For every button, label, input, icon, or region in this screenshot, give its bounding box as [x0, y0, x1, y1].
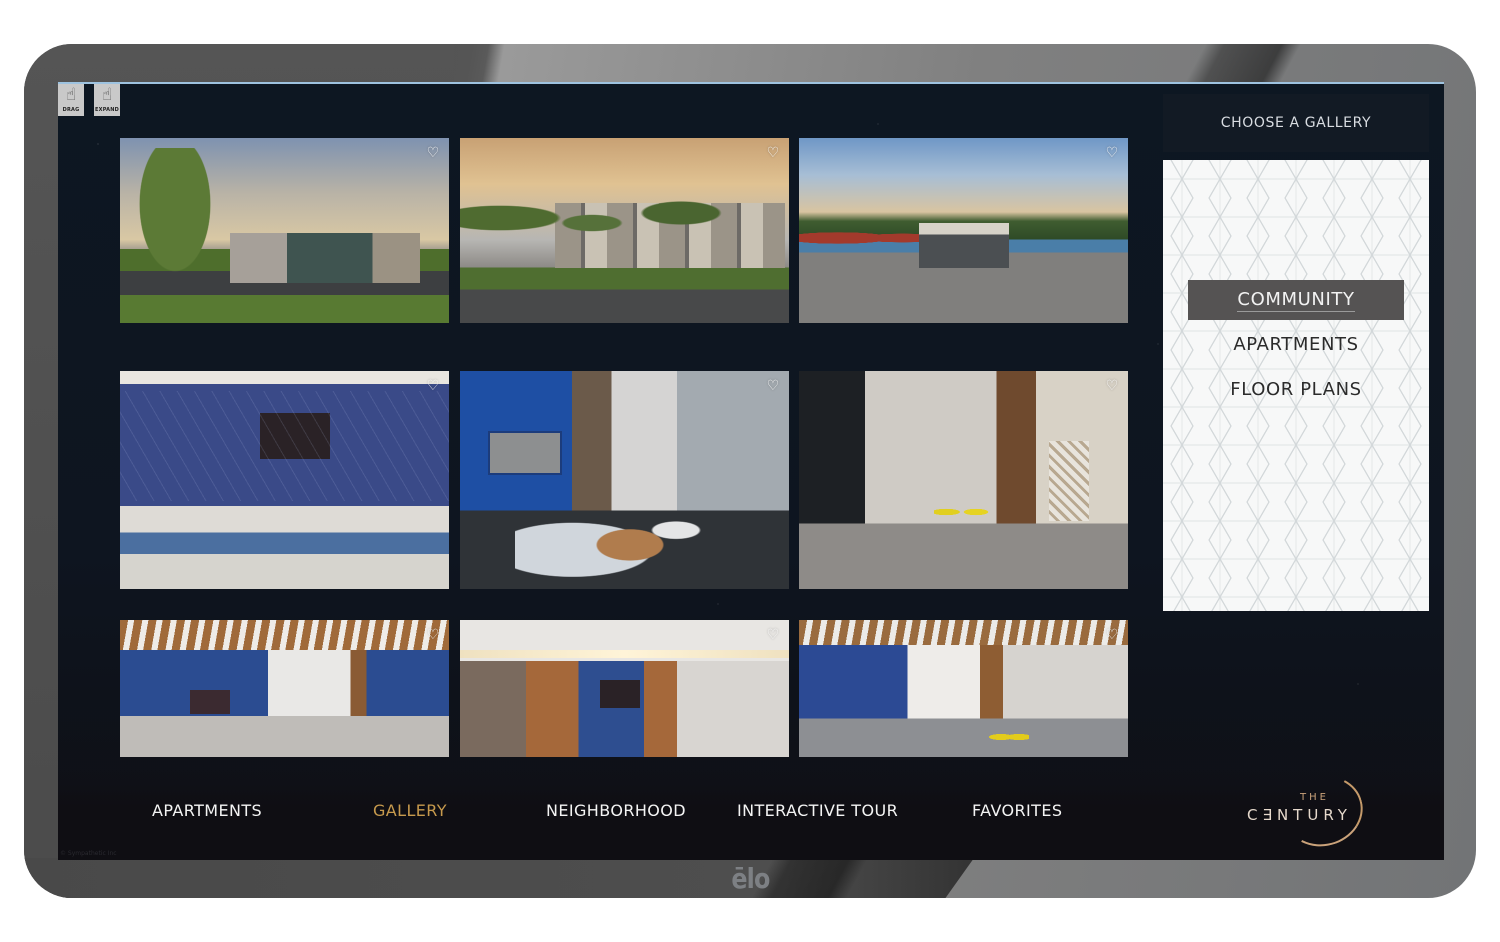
gallery-tile[interactable]: ♡ — [799, 138, 1128, 323]
heart-outline-icon[interactable]: ♡ — [765, 378, 781, 394]
gallery-tile[interactable]: ♡ — [799, 620, 1128, 757]
copyright-text: © Sympathetic Inc — [60, 850, 117, 857]
gallery-option-label: COMMUNITY — [1237, 288, 1355, 312]
heart-outline-icon[interactable]: ♡ — [425, 378, 441, 394]
elo-logo: ēlo — [731, 862, 770, 895]
drag-button[interactable]: ☝ DRAG — [58, 84, 84, 116]
gallery-tile[interactable]: ♡ — [799, 371, 1128, 589]
heart-outline-icon[interactable]: ♡ — [1104, 145, 1120, 161]
heart-outline-icon[interactable]: ♡ — [1104, 378, 1120, 394]
gallery-tile[interactable]: ♡ — [460, 371, 789, 589]
expand-button[interactable]: ☝ EXPAND — [94, 84, 120, 116]
heart-outline-icon[interactable]: ♡ — [765, 145, 781, 161]
heart-outline-icon[interactable]: ♡ — [425, 627, 441, 643]
hand-pointer-icon: ☝ — [65, 85, 77, 105]
hand-pointer-icon: ☝ — [101, 85, 113, 105]
drag-label: DRAG — [62, 107, 80, 113]
bottom-nav: APARTMENTS GALLERY NEIGHBORHOOD INTERACT… — [58, 784, 1444, 860]
heart-outline-icon[interactable]: ♡ — [425, 145, 441, 161]
gallery-tile[interactable]: ♡ — [120, 620, 449, 757]
nav-neighborhood[interactable]: NEIGHBORHOOD — [546, 801, 686, 820]
gallery-option-label: FLOOR PLANS — [1230, 378, 1362, 400]
nav-apartments[interactable]: APARTMENTS — [152, 801, 262, 820]
heart-outline-icon[interactable]: ♡ — [765, 627, 781, 643]
gallery-option-label: APARTMENTS — [1233, 333, 1359, 355]
gallery-grid: ♡ ♡ ♡ ♡ ♡ ♡ ♡ ♡ ♡ — [120, 138, 1128, 758]
gallery-option-floor-plans[interactable]: FLOOR PLANS — [1188, 369, 1404, 409]
expand-label: EXPAND — [95, 107, 119, 113]
the-century-logo[interactable]: THE C∃NTURY — [1243, 766, 1373, 856]
gallery-tile[interactable]: ♡ — [460, 138, 789, 323]
choose-gallery-header: CHOOSE A GALLERY — [1163, 94, 1429, 152]
gallery-menu: COMMUNITY APARTMENTS FLOOR PLANS — [1163, 160, 1429, 611]
gallery-tile[interactable]: ♡ — [460, 620, 789, 757]
heart-outline-icon[interactable]: ♡ — [1104, 627, 1120, 643]
gallery-tile[interactable]: ♡ — [120, 138, 449, 323]
logo-the: THE — [1300, 792, 1329, 803]
kiosk-screen: ☝ DRAG ☝ EXPAND ♡ ♡ ♡ ♡ ♡ ♡ ♡ ♡ ♡ CHOOSE… — [58, 82, 1444, 860]
logo-century: C∃NTURY — [1247, 806, 1352, 824]
gallery-option-apartments[interactable]: APARTMENTS — [1188, 324, 1404, 364]
gallery-option-community[interactable]: COMMUNITY — [1188, 280, 1404, 320]
nav-favorites[interactable]: FAVORITES — [972, 801, 1062, 820]
nav-gallery[interactable]: GALLERY — [373, 801, 447, 820]
nav-interactive-tour[interactable]: INTERACTIVE TOUR — [737, 801, 898, 820]
gallery-tile[interactable]: ♡ — [120, 371, 449, 589]
